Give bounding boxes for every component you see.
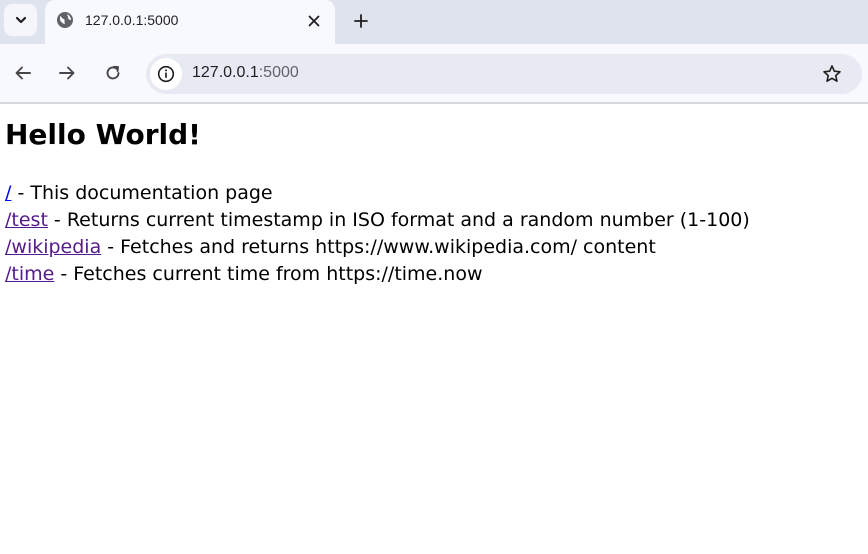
route-item: /time - Fetches current time from https:… bbox=[5, 261, 865, 288]
chevron-down-icon bbox=[15, 16, 26, 24]
site-info-button[interactable] bbox=[150, 58, 182, 90]
active-tab[interactable]: 127.0.0.1:5000 bbox=[45, 0, 335, 44]
url-text[interactable]: 127.0.0.1:5000 bbox=[192, 64, 299, 82]
route-description: - This documentation page bbox=[11, 182, 273, 204]
tab-search-button[interactable] bbox=[4, 4, 37, 36]
close-icon bbox=[308, 15, 320, 27]
page-heading: Hello World! bbox=[5, 118, 201, 151]
route-description: - Fetches current time from https://time… bbox=[54, 263, 483, 285]
route-description: - Fetches and returns https://www.wikipe… bbox=[101, 236, 656, 258]
route-link-wikipedia[interactable]: /wikipedia bbox=[5, 236, 101, 258]
url-host: 127.0.0.1 bbox=[192, 64, 259, 81]
info-icon bbox=[157, 65, 175, 83]
back-button[interactable] bbox=[9, 59, 37, 87]
tab-title: 127.0.0.1:5000 bbox=[85, 12, 179, 28]
star-icon bbox=[823, 65, 841, 82]
url-port: :5000 bbox=[258, 64, 299, 81]
tab-strip: 127.0.0.1:5000 bbox=[0, 0, 868, 44]
forward-button[interactable] bbox=[53, 59, 81, 87]
globe-icon bbox=[57, 12, 73, 28]
route-list: / - This documentation page /test - Retu… bbox=[5, 180, 865, 288]
reload-button[interactable] bbox=[99, 59, 127, 87]
browser-toolbar: 127.0.0.1:5000 bbox=[0, 44, 868, 102]
bookmark-button[interactable] bbox=[820, 62, 844, 86]
back-arrow-icon bbox=[15, 66, 31, 80]
route-link-time[interactable]: /time bbox=[5, 263, 54, 285]
tab-close-button[interactable] bbox=[303, 10, 325, 32]
forward-arrow-icon bbox=[59, 66, 75, 80]
route-link-test[interactable]: /test bbox=[5, 209, 48, 231]
route-item: / - This documentation page bbox=[5, 180, 865, 207]
route-item: /test - Returns current timestamp in ISO… bbox=[5, 207, 865, 234]
route-description: - Returns current timestamp in ISO forma… bbox=[47, 209, 750, 231]
address-bar[interactable]: 127.0.0.1:5000 bbox=[146, 54, 862, 94]
new-tab-button[interactable] bbox=[347, 7, 375, 35]
plus-icon bbox=[354, 14, 368, 28]
reload-icon bbox=[106, 65, 120, 80]
page-content: Hello World! / - This documentation page… bbox=[5, 104, 865, 288]
route-item: /wikipedia - Fetches and returns https:/… bbox=[5, 234, 865, 261]
